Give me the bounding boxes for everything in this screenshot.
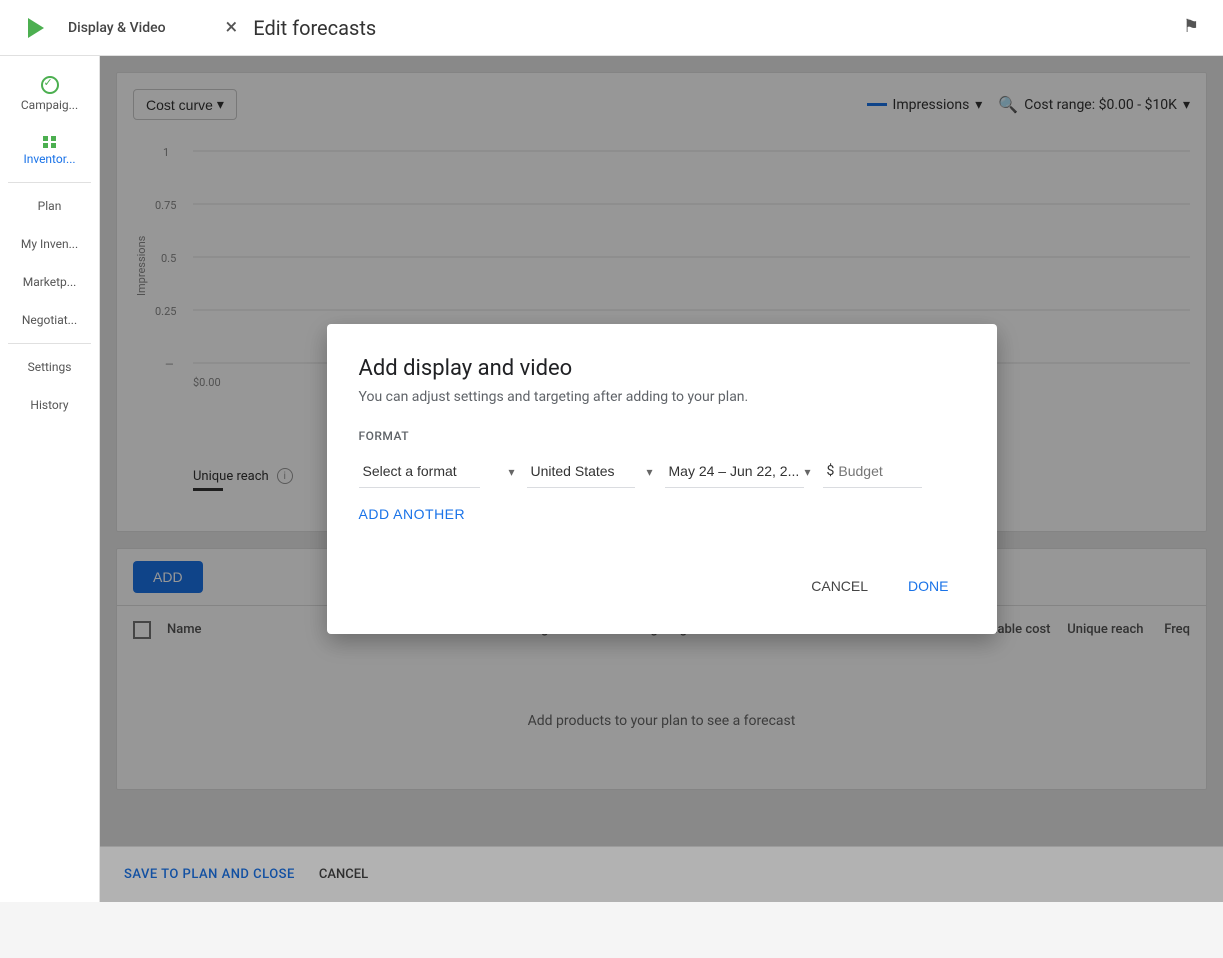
sidebar-label-my-inventory: My Inven...: [21, 237, 78, 251]
date-select[interactable]: May 24 – Jun 22, 2...Custom range: [665, 455, 804, 488]
sidebar-item-history[interactable]: History: [0, 386, 99, 424]
sidebar-item-plan[interactable]: Plan: [0, 187, 99, 225]
sidebar-item-negotiations[interactable]: Negotiat...: [0, 301, 99, 339]
flag-icon: ⚑: [1183, 16, 1207, 40]
modal-form-row: Select a formatDisplayVideoDisplay and V…: [359, 455, 965, 488]
modal-title: Add display and video: [359, 356, 965, 381]
sidebar-divider: [8, 182, 91, 183]
grid-icon: [43, 136, 57, 148]
page-title: Edit forecasts: [253, 16, 376, 40]
app-title: Display & Video: [68, 20, 166, 36]
close-button[interactable]: ×: [226, 15, 238, 40]
sidebar-label-settings: Settings: [28, 360, 72, 374]
format-select[interactable]: Select a formatDisplayVideoDisplay and V…: [359, 455, 480, 488]
budget-input-wrapper: $: [823, 455, 923, 488]
budget-symbol: $: [827, 463, 835, 479]
sidebar-item-campaigns[interactable]: Campaig...: [0, 64, 99, 124]
add-another-button[interactable]: ADD ANOTHER: [359, 506, 466, 522]
modal-cancel-button[interactable]: CANCEL: [795, 570, 884, 602]
sidebar-label-negotiations: Negotiat...: [22, 313, 77, 327]
budget-input[interactable]: [838, 463, 918, 479]
modal-dialog: Add display and video You can adjust set…: [327, 324, 997, 634]
modal-actions: CANCEL DONE: [359, 570, 965, 602]
sidebar-label-campaigns: Campaig...: [21, 98, 78, 112]
sidebar-label-marketplace: Marketp...: [23, 275, 77, 289]
sidebar: Campaig... Inventor... Plan My Inven... …: [0, 56, 100, 902]
modal-subtitle: You can adjust settings and targeting af…: [359, 389, 965, 405]
modal-done-button[interactable]: DONE: [892, 570, 964, 602]
sidebar-item-inventory[interactable]: Inventor...: [0, 124, 99, 178]
sidebar-label-inventory: Inventor...: [23, 152, 75, 166]
sidebar-item-my-inventory[interactable]: My Inven...: [0, 225, 99, 263]
app-logo: [16, 8, 56, 48]
sidebar-item-marketplace[interactable]: Marketp...: [0, 263, 99, 301]
format-select-wrapper: Select a formatDisplayVideoDisplay and V…: [359, 455, 519, 488]
top-bar: Display & Video × Edit forecasts ⚑: [0, 0, 1223, 56]
country-select-wrapper: United StatesCanadaUnited KingdomGermany: [527, 455, 657, 488]
check-circle-icon: [41, 76, 59, 94]
sidebar-label-history: History: [30, 398, 68, 412]
sidebar-item-settings[interactable]: Settings: [0, 348, 99, 386]
sidebar-label-plan: Plan: [38, 199, 62, 213]
play-icon: [28, 18, 44, 38]
date-select-wrapper: May 24 – Jun 22, 2...Custom range: [665, 455, 815, 488]
sidebar-divider-2: [8, 343, 91, 344]
country-select[interactable]: United StatesCanadaUnited KingdomGermany: [527, 455, 635, 488]
modal-overlay: Add display and video You can adjust set…: [100, 56, 1223, 902]
format-label: Format: [359, 429, 965, 443]
